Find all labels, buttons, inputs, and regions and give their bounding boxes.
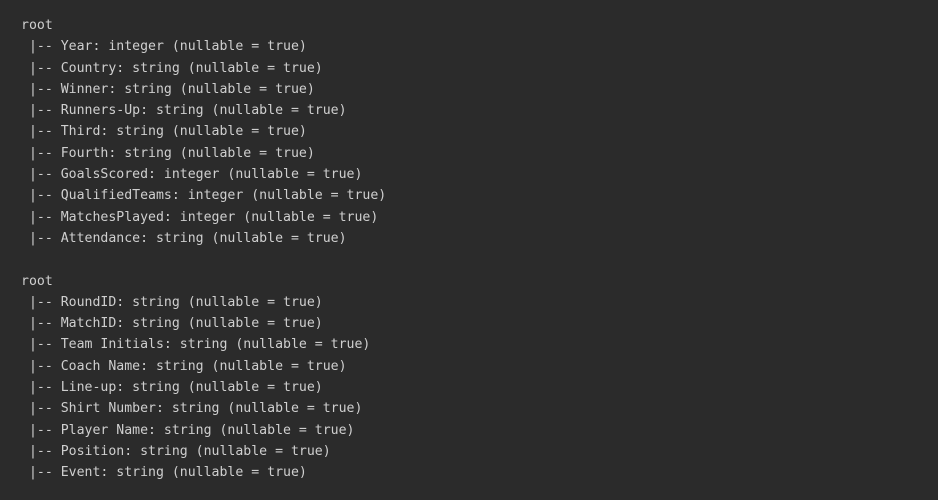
schema-field-attendance: |-- Attendance: string (nullable = true): [21, 230, 347, 246]
schema-field-matches-played: |-- MatchesPlayed: integer (nullable = t…: [21, 209, 379, 225]
schema-block-players: root |-- RoundID: string (nullable = tru…: [21, 271, 938, 484]
schema-field-position: |-- Position: string (nullable = true): [21, 443, 331, 459]
schema-field-country: |-- Country: string (nullable = true): [21, 60, 323, 76]
schema-block-worldcups: root |-- Year: integer (nullable = true)…: [21, 15, 938, 249]
schema-field-shirt-number: |-- Shirt Number: string (nullable = tru…: [21, 401, 363, 417]
schema-field-event: |-- Event: string (nullable = true): [21, 465, 307, 481]
schema-root: root: [21, 273, 53, 289]
cell-output: root |-- Year: integer (nullable = true)…: [0, 0, 938, 500]
schema-field-year: |-- Year: integer (nullable = true): [21, 39, 307, 55]
schema-field-third: |-- Third: string (nullable = true): [21, 124, 307, 140]
schema-field-runners-up: |-- Runners-Up: string (nullable = true): [21, 103, 347, 119]
schema-field-player-name: |-- Player Name: string (nullable = true…: [21, 422, 355, 438]
schema-field-match-id: |-- MatchID: string (nullable = true): [21, 316, 323, 332]
schema-field-coach-name: |-- Coach Name: string (nullable = true): [21, 358, 347, 374]
schema-field-line-up: |-- Line-up: string (nullable = true): [21, 380, 323, 396]
schema-field-winner: |-- Winner: string (nullable = true): [21, 81, 315, 97]
schema-field-fourth: |-- Fourth: string (nullable = true): [21, 145, 315, 161]
schema-field-goals-scored: |-- GoalsScored: integer (nullable = tru…: [21, 167, 363, 183]
schema-field-qualified-teams: |-- QualifiedTeams: integer (nullable = …: [21, 188, 387, 204]
schema-field-round-id: |-- RoundID: string (nullable = true): [21, 294, 323, 310]
schema-field-team-initials: |-- Team Initials: string (nullable = tr…: [21, 337, 371, 353]
schema-root: root: [21, 18, 53, 33]
